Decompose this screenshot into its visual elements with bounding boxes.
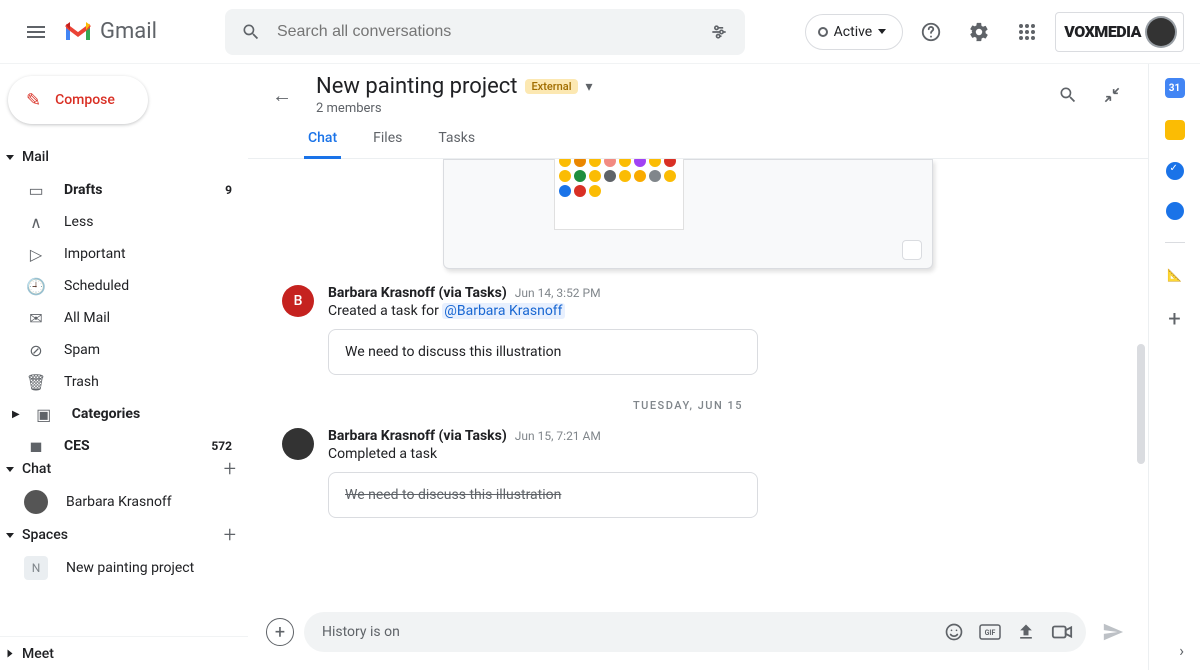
add-attachment-button[interactable]: + bbox=[266, 618, 294, 646]
space-dropdown[interactable]: ▾ bbox=[586, 79, 593, 95]
get-addons-button[interactable]: + bbox=[1168, 307, 1180, 332]
chevron-right-icon bbox=[8, 650, 13, 658]
message: B Barbara Krasnoff (via Tasks) Jun 14, 3:5… bbox=[268, 277, 1108, 383]
chat-section-header[interactable]: Chat + bbox=[0, 452, 248, 486]
message-text: Created a task for @Barbara Krasnoff bbox=[328, 303, 1094, 319]
gmail-wordmark: Gmail bbox=[100, 19, 157, 44]
sender-name: Barbara Krasnoff (via Tasks) bbox=[328, 285, 507, 301]
nav-spam[interactable]: ⊘Spam bbox=[0, 334, 248, 366]
svg-text:GIF: GIF bbox=[985, 629, 996, 637]
emoji-picker-preview bbox=[443, 159, 933, 269]
tab-chat[interactable]: Chat bbox=[304, 124, 341, 159]
divider bbox=[1165, 242, 1185, 243]
gmail-m-icon bbox=[64, 21, 92, 43]
search-bar[interactable] bbox=[225, 9, 745, 55]
important-icon: ▷ bbox=[26, 245, 46, 264]
space-item[interactable]: N New painting project bbox=[0, 552, 248, 584]
avatar: B bbox=[282, 285, 314, 317]
nav-less[interactable]: ∧Less bbox=[0, 206, 248, 238]
org-name: VOXMEDIA bbox=[1064, 22, 1141, 41]
sender-name: Barbara Krasnoff (via Tasks) bbox=[328, 428, 507, 444]
compose-label: Compose bbox=[55, 92, 115, 108]
chevron-down-icon bbox=[6, 467, 14, 472]
member-count: 2 members bbox=[316, 101, 1032, 116]
apps-button[interactable] bbox=[1007, 12, 1047, 52]
hide-sidepanel-button[interactable]: › bbox=[1179, 641, 1184, 660]
space-title: New painting project bbox=[316, 74, 517, 99]
mention[interactable]: @Barbara Krasnoff bbox=[442, 303, 564, 319]
trash-icon: 🗑 bbox=[26, 373, 46, 392]
pencil-icon: ✎ bbox=[26, 90, 41, 111]
message: Barbara Krasnoff (via Tasks) Jun 15, 7:21… bbox=[268, 420, 1108, 526]
back-button[interactable]: ← bbox=[264, 75, 300, 116]
timestamp: Jun 15, 7:21 AM bbox=[515, 429, 601, 443]
whiteboard-addon[interactable]: 📐 bbox=[1165, 265, 1185, 285]
space-avatar: N bbox=[24, 556, 48, 580]
meet-section-header[interactable]: Meet bbox=[0, 636, 248, 670]
nav-allmail[interactable]: ✉All Mail bbox=[0, 302, 248, 334]
input-placeholder: History is on bbox=[322, 624, 938, 640]
avatar bbox=[24, 490, 48, 514]
chevron-down-icon bbox=[6, 155, 14, 160]
message-input[interactable]: History is on GIF bbox=[304, 612, 1086, 652]
scrollbar[interactable] bbox=[1137, 344, 1145, 464]
nav-categories[interactable]: ▶▣Categories bbox=[0, 398, 248, 430]
nav-scheduled[interactable]: 🕘Scheduled bbox=[0, 270, 248, 302]
expand-icon bbox=[902, 240, 922, 260]
label-icon: ◼ bbox=[26, 437, 46, 453]
keep-addon[interactable] bbox=[1165, 120, 1185, 140]
status-text: Active bbox=[834, 24, 873, 40]
search-icon[interactable] bbox=[233, 14, 269, 50]
scheduled-icon: 🕘 bbox=[26, 277, 46, 296]
search-in-space-button[interactable] bbox=[1048, 75, 1088, 115]
timestamp: Jun 14, 3:52 PM bbox=[515, 286, 601, 300]
compose-button[interactable]: ✎ Compose bbox=[8, 76, 148, 124]
upload-button[interactable] bbox=[1010, 616, 1042, 648]
gif-button[interactable]: GIF bbox=[974, 616, 1006, 648]
chat-item[interactable]: Barbara Krasnoff bbox=[0, 486, 248, 518]
external-badge: External bbox=[525, 79, 577, 94]
add-chat-button[interactable]: + bbox=[224, 457, 236, 482]
drafts-icon: ▭ bbox=[26, 181, 46, 200]
allmail-icon: ✉ bbox=[26, 309, 46, 328]
tasks-addon[interactable] bbox=[1166, 162, 1184, 180]
spam-icon: ⊘ bbox=[26, 341, 46, 360]
task-card[interactable]: We need to discuss this illustration bbox=[328, 329, 758, 375]
tab-files[interactable]: Files bbox=[369, 124, 406, 159]
send-button[interactable] bbox=[1096, 615, 1130, 649]
collapse-button[interactable] bbox=[1092, 75, 1132, 115]
avatar bbox=[282, 428, 314, 460]
settings-button[interactable] bbox=[959, 12, 999, 52]
support-button[interactable] bbox=[911, 12, 951, 52]
nav-trash[interactable]: 🗑Trash bbox=[0, 366, 248, 398]
day-divider: TUESDAY, JUN 15 bbox=[268, 383, 1108, 420]
nav-drafts[interactable]: ▭Drafts9 bbox=[0, 174, 248, 206]
add-space-button[interactable]: + bbox=[224, 523, 236, 548]
spaces-section-header[interactable]: Spaces + bbox=[0, 518, 248, 552]
account-chip[interactable]: VOXMEDIA bbox=[1055, 12, 1184, 52]
search-input[interactable] bbox=[277, 23, 693, 41]
video-button[interactable] bbox=[1046, 616, 1078, 648]
search-options-icon[interactable] bbox=[701, 14, 737, 50]
emoji-button[interactable] bbox=[938, 616, 970, 648]
nav-label[interactable]: ◼CES572 bbox=[0, 430, 248, 452]
categories-icon: ▣ bbox=[34, 405, 54, 424]
avatar bbox=[1147, 18, 1175, 46]
task-card[interactable]: We need to discuss this illustration bbox=[328, 472, 758, 518]
gmail-logo[interactable]: Gmail bbox=[64, 19, 157, 44]
message-text: Completed a task bbox=[328, 446, 1094, 462]
nav-important[interactable]: ▷Important bbox=[0, 238, 248, 270]
mail-section-header[interactable]: Mail bbox=[0, 140, 248, 174]
status-chip[interactable]: Active bbox=[805, 14, 904, 50]
status-dot-icon bbox=[818, 27, 828, 37]
chevron-down-icon bbox=[6, 533, 14, 538]
less-icon: ∧ bbox=[26, 213, 46, 232]
chevron-down-icon bbox=[878, 29, 886, 34]
calendar-addon[interactable]: 31 bbox=[1165, 78, 1185, 98]
tab-tasks[interactable]: Tasks bbox=[434, 124, 479, 159]
contacts-addon[interactable] bbox=[1166, 202, 1184, 220]
menu-button[interactable] bbox=[16, 12, 56, 52]
